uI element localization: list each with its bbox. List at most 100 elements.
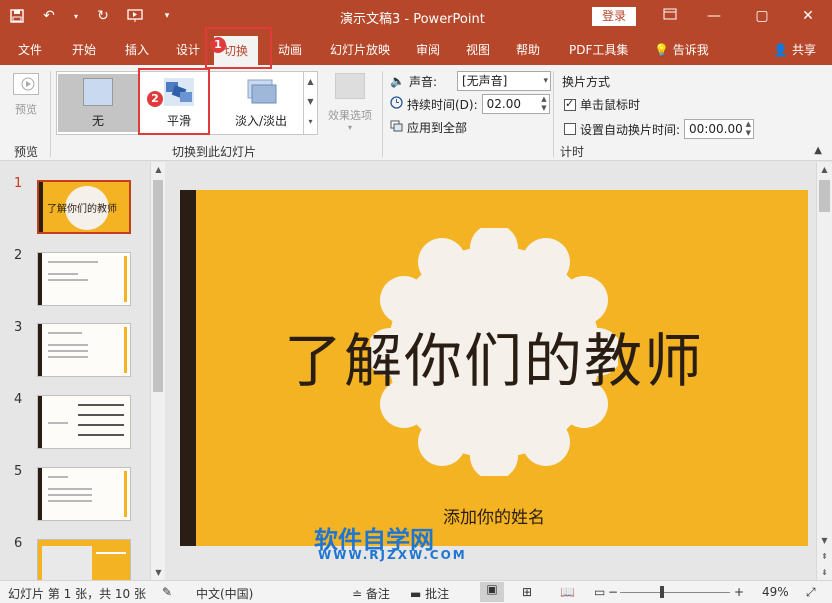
transition-fade-icon [246,78,277,106]
scroll-down-icon[interactable]: ▼ [151,565,166,580]
thumb-text-line [48,476,68,478]
next-slide-icon[interactable]: ⇟ [817,565,832,580]
transition-fade-label: 淡入/淡出 [234,114,288,128]
slideshow-view-icon[interactable]: ▭ [594,585,605,599]
ribbon-divider [553,71,554,157]
comment-icon: ▬ [410,587,422,601]
slide-thumbnail-1[interactable]: 了解你们的教师 [37,180,131,234]
minimize-button[interactable]: — [692,0,736,33]
tab-insert[interactable]: 插入 [125,41,149,58]
slide-count-status: 幻灯片 第 1 张，共 10 张 [8,587,146,601]
slide-scrollbar[interactable]: ▲ ▼ ⇞ ⇟ [816,162,832,580]
ribbon-transitions: 预览 预览 无 平滑 淡入/淡出 ▲ ▼ ▾ 效果选项 ▾ 切换到此幻灯片 🔈 … [0,65,832,161]
after-time-checkbox[interactable] [564,123,576,135]
undo-icon[interactable]: ↶ [40,6,58,26]
on-click-checkbox[interactable] [564,97,576,111]
tab-animations[interactable]: 动画 [278,41,302,58]
save-icon[interactable] [8,6,26,26]
tab-review[interactable]: 审阅 [416,41,440,58]
slide-sorter-view-icon[interactable]: ⊞ [522,585,532,599]
tab-pdf-tools[interactable]: PDF工具集 [569,41,628,58]
duration-input[interactable]: 02.00 ▲ ▼ [481,94,550,114]
after-time-label: 设置自动换片时间: [580,122,681,137]
apply-all-button[interactable]: 应用到全部 [390,119,467,136]
previous-slide-icon[interactable]: ⇞ [817,549,832,564]
comments-button[interactable]: ▬ 批注 [410,585,449,602]
scroll-thumb[interactable] [819,180,830,212]
preview-button[interactable]: 预览 [8,73,44,117]
transition-fade[interactable]: 淡入/淡出 [219,74,303,132]
thumb-text-line [78,414,124,416]
on-click-checkbox-row[interactable]: 单击鼠标时 [564,96,640,113]
tab-view[interactable]: 视图 [466,41,490,58]
notes-icon: ≐ [352,587,363,601]
zoom-in-icon[interactable]: + [734,585,744,599]
slide-thumbnail-3[interactable] [37,323,131,377]
step-badge-2: 2 [147,91,163,107]
fit-to-window-icon[interactable]: ⤢ [806,585,816,600]
reading-view-icon[interactable]: 📖 [560,585,575,599]
collapse-ribbon-icon[interactable]: ▲ [814,145,822,156]
login-button[interactable]: 登录 [592,7,636,26]
scroll-up-icon[interactable]: ▲ [817,162,832,177]
gallery-scroll[interactable]: ▲ ▼ ▾ [303,72,317,134]
tab-file[interactable]: 文件 [18,41,42,58]
slide-thumbnail-2[interactable] [37,252,131,306]
tab-design[interactable]: 设计 [176,41,200,58]
duration-spinner-icon[interactable]: ▲ ▼ [541,95,546,113]
notes-button[interactable]: ≐ 备注 [352,585,390,602]
preview-label: 预览 [15,103,37,116]
notes-label: 备注 [365,587,390,601]
customize-qat-icon[interactable]: ▾ [158,6,176,26]
restore-button[interactable]: ▢ [740,0,784,33]
after-time-spinner-icon[interactable]: ▲ ▼ [746,120,751,138]
scroll-up-icon[interactable]: ▲ [151,162,166,177]
after-time-row: 设置自动换片时间: 00:00.00 ▲ ▼ [564,119,755,139]
tab-help[interactable]: 帮助 [516,41,540,58]
tell-me-label: 告诉我 [672,43,709,57]
language-status[interactable]: 中文(中国) [196,585,253,602]
thumb-text-line [48,332,82,334]
slide-thumbnail-5[interactable] [37,467,131,521]
zoom-level[interactable]: 49% [762,585,789,599]
sound-row: 🔈 声音: [无声音] ▾ [390,71,551,91]
slide-subtitle[interactable]: 添加你的姓名 [180,503,808,528]
ribbon-display-options-icon[interactable] [648,0,692,33]
transition-none[interactable]: 无 [58,74,138,132]
current-slide[interactable]: 了解你们的教师 添加你的姓名 [180,190,808,546]
thumb-table-block [42,546,92,582]
gallery-more-icon[interactable]: ▾ [304,112,317,132]
tab-home[interactable]: 开始 [72,41,96,58]
tell-me-search[interactable]: 💡 告诉我 [654,41,709,58]
tab-slideshow[interactable]: 幻灯片放映 [330,41,390,58]
zoom-slider[interactable] [620,592,730,593]
slide-number: 4 [14,392,23,407]
effect-options-icon [335,73,365,99]
scroll-down-icon[interactable]: ▼ [817,533,832,548]
close-button[interactable]: ✕ [786,0,830,33]
slide-thumbnail-4[interactable] [37,395,131,449]
sound-dropdown[interactable]: [无声音] ▾ [457,71,551,91]
share-button[interactable]: 👤 共享 [773,41,816,58]
thumb-dark-bar [38,468,42,520]
zoom-out-icon[interactable]: − [608,585,618,599]
normal-view-icon[interactable]: ▣ [480,582,504,602]
accessibility-icon[interactable]: ✎ [162,585,172,599]
gallery-down-icon[interactable]: ▼ [304,92,317,112]
quick-access-toolbar: ↶ ▾ ↻ ▾ [8,6,176,26]
effect-options-button[interactable]: 效果选项 ▾ [322,73,378,132]
redo-icon[interactable]: ↻ [94,6,112,26]
slide-title[interactable]: 了解你们的教师 [180,314,808,398]
step-badge-1: 1 [210,37,226,53]
thumb-text-line [48,494,92,496]
duration-value: 02.00 [486,97,522,111]
thumbnail-scrollbar[interactable]: ▲ ▼ [150,162,165,580]
thumb-dark-bar [38,324,42,376]
start-slideshow-icon[interactable] [126,6,144,26]
scroll-thumb[interactable] [153,180,163,392]
gallery-up-icon[interactable]: ▲ [304,72,317,92]
undo-dropdown-icon[interactable]: ▾ [72,6,80,26]
sound-label: 声音: [408,74,437,89]
after-time-input[interactable]: 00:00.00 ▲ ▼ [684,119,755,139]
zoom-slider-handle[interactable] [660,586,664,598]
